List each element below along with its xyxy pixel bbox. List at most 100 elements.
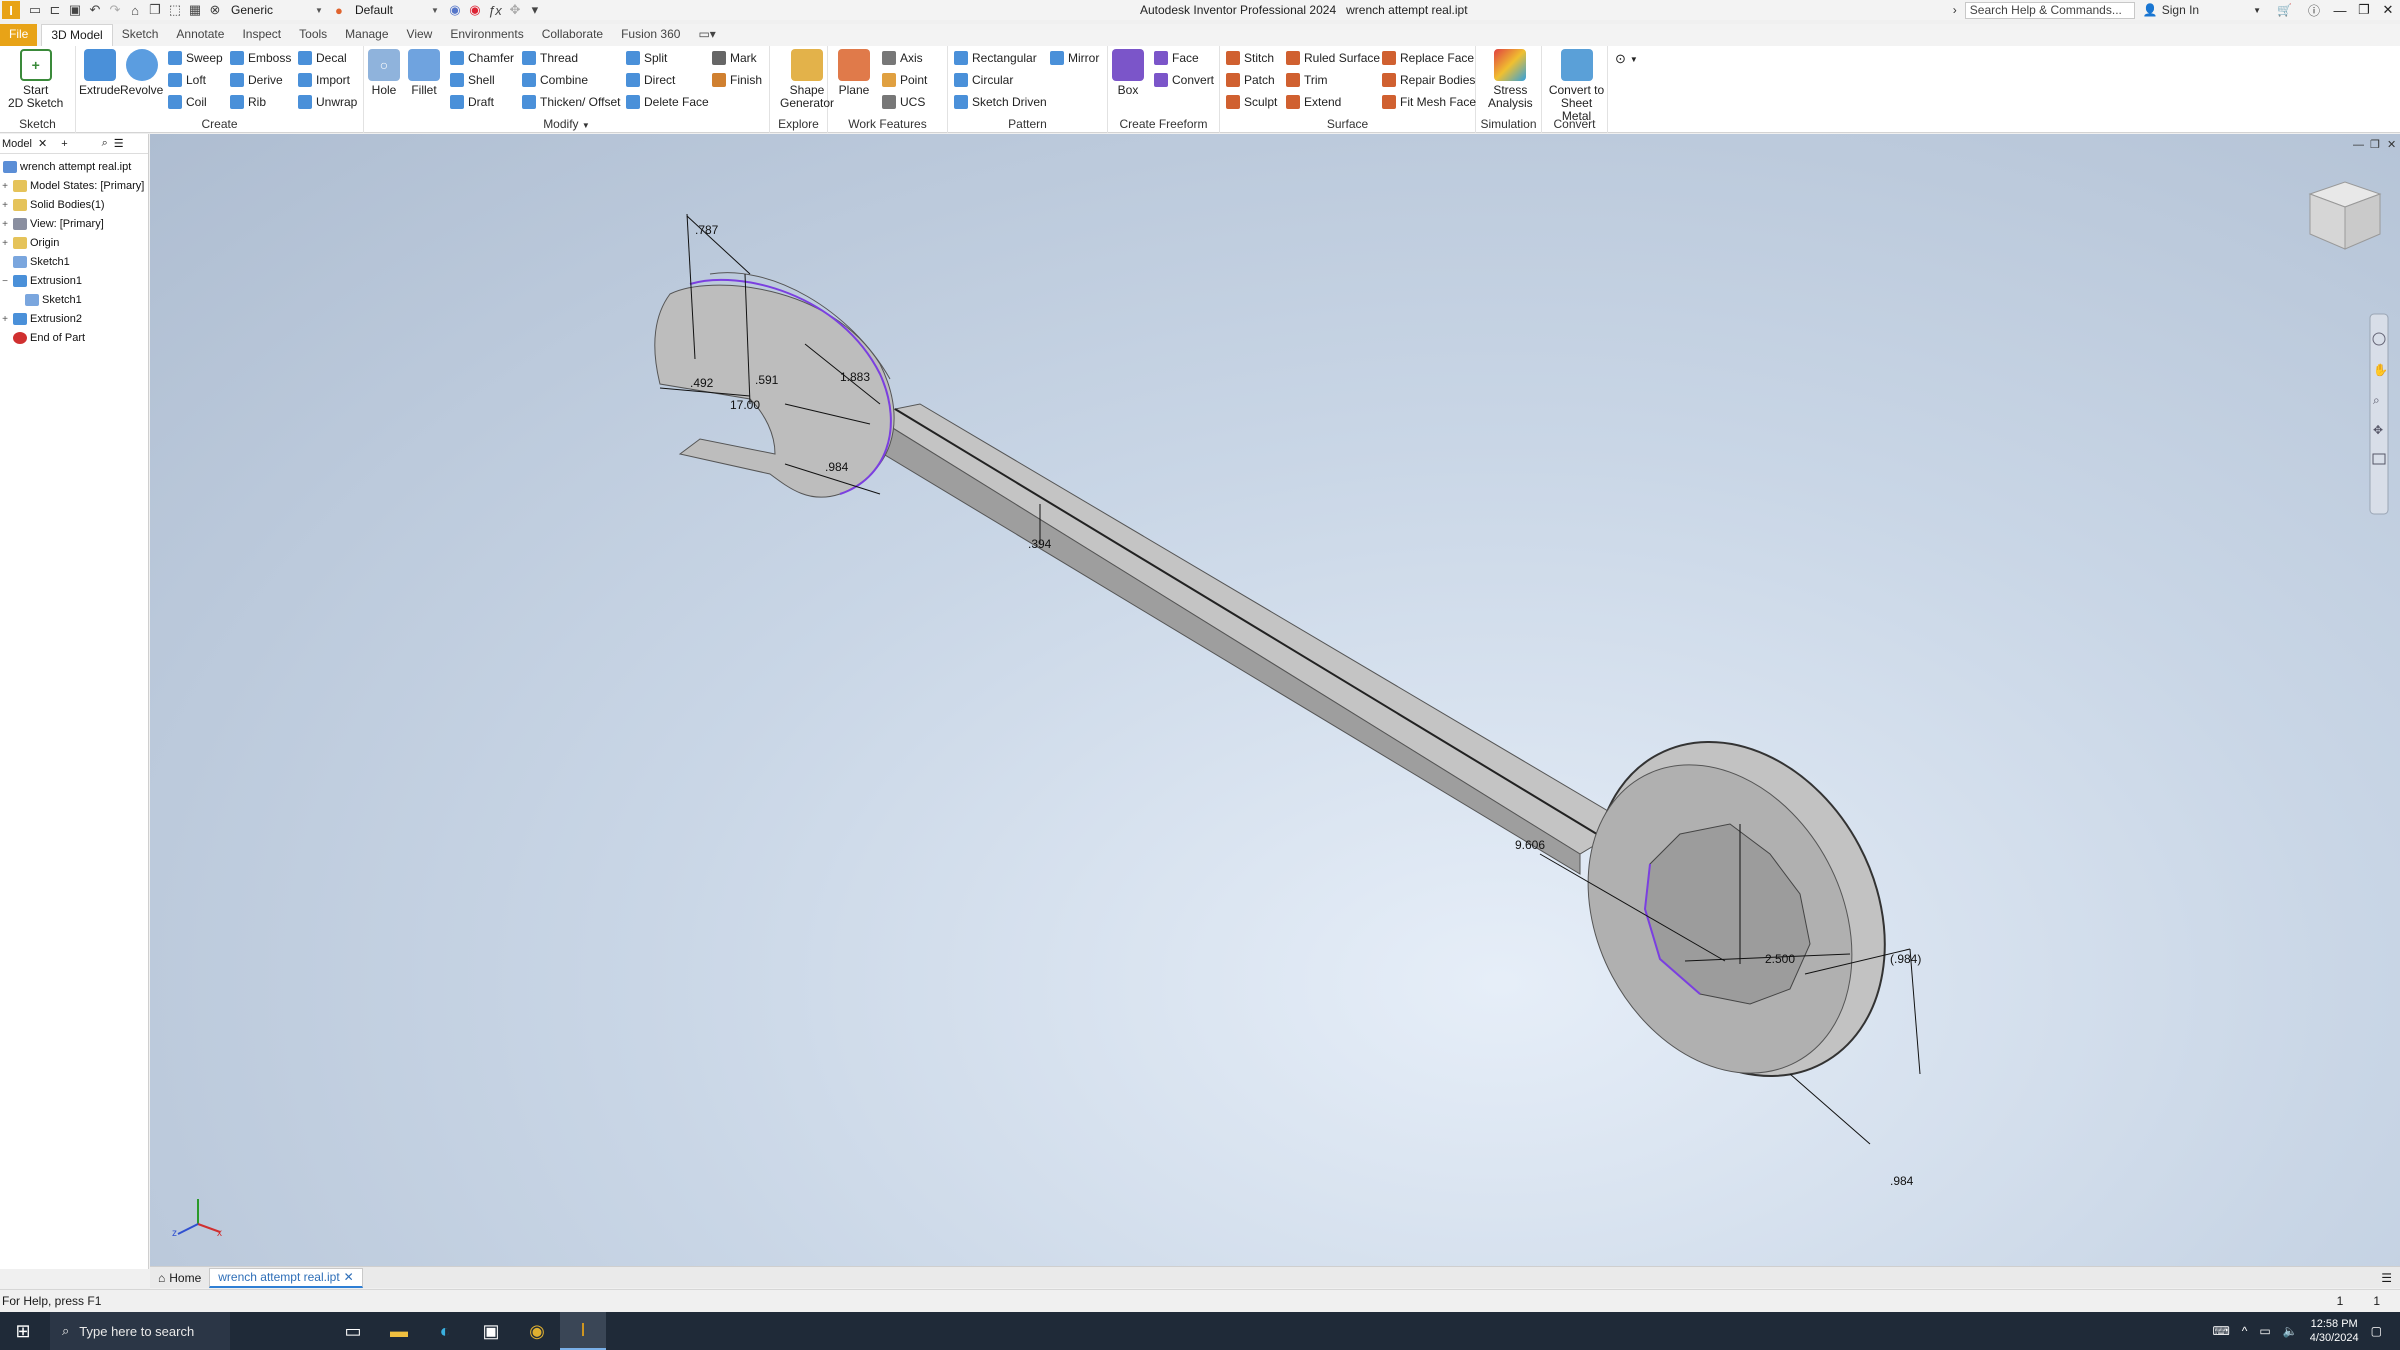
menu-icon[interactable]: ☰ (114, 137, 124, 150)
update-icon[interactable]: ▦ (186, 2, 204, 18)
face-button[interactable]: Face (1154, 51, 1199, 65)
search-arrow-icon[interactable]: › (1945, 3, 1965, 17)
open-icon[interactable]: ⊏ (46, 2, 64, 18)
undo-icon[interactable]: ↶ (86, 2, 104, 18)
expand-icon[interactable]: + (0, 314, 10, 325)
dim-1883[interactable]: 1.883 (840, 370, 870, 384)
task-view-icon[interactable]: ▭ (330, 1312, 376, 1350)
dim-492[interactable]: .492 (690, 376, 714, 390)
new-icon[interactable]: ▭ (26, 2, 44, 18)
convert-button[interactable]: Convert (1154, 73, 1214, 87)
file-explorer-icon[interactable]: ▬ (376, 1312, 422, 1350)
inventor-logo-icon[interactable]: I (2, 1, 20, 19)
search-icon[interactable]: ⌕ (102, 137, 108, 150)
copy-icon[interactable]: ❐ (146, 2, 164, 18)
stitch-button[interactable]: Stitch (1226, 51, 1274, 65)
mark-button[interactable]: Mark (712, 51, 757, 65)
close-button[interactable]: ✕ (2376, 0, 2400, 20)
sculpt-button[interactable]: Sculpt (1226, 95, 1277, 109)
draft-button[interactable]: Draft (450, 95, 494, 109)
restore-button[interactable]: ❐ (2352, 0, 2376, 20)
material-select[interactable]: Generic ▼ (226, 2, 328, 19)
navigation-bar[interactable] (2369, 313, 2389, 515)
start-2d-sketch-button[interactable]: + Start 2D Sketch (8, 49, 63, 110)
viewport-minimize-icon[interactable]: — (2353, 139, 2364, 151)
redo-icon[interactable]: ↷ (106, 2, 124, 18)
dim-17[interactable]: 17.00 (730, 398, 760, 412)
fit-mesh-face-button[interactable]: Fit Mesh Face (1382, 95, 1476, 109)
rectangular-button[interactable]: Rectangular (954, 51, 1037, 65)
ribbon-more-button[interactable]: ⊙ ▼ (1615, 51, 1638, 67)
ribbon-options-icon[interactable]: ▭▾ (689, 24, 724, 46)
emboss-button[interactable]: Emboss (230, 51, 291, 65)
repair-bodies-button[interactable]: Repair Bodies (1382, 73, 1475, 87)
clear-appearance-icon[interactable]: ⊗ (206, 2, 224, 18)
direct-button[interactable]: Direct (626, 73, 675, 87)
tree-item-view[interactable]: + View: [Primary] (0, 215, 104, 233)
add-tab-icon[interactable]: + (61, 138, 67, 150)
appearance-icon[interactable]: ● (330, 2, 348, 18)
minimize-button[interactable]: — (2328, 0, 2352, 20)
edge-icon[interactable]: ◐ (422, 1312, 468, 1350)
network-icon[interactable]: ▭ (2259, 1324, 2270, 1338)
extrude-button[interactable]: Extrude (79, 49, 120, 97)
expand-icon[interactable]: + (0, 219, 10, 230)
tab-3d-model[interactable]: 3D Model (41, 24, 113, 46)
thread-button[interactable]: Thread (522, 51, 578, 65)
sweep-button[interactable]: Sweep (168, 51, 223, 65)
fillet-button[interactable]: Fillet (408, 49, 440, 97)
clear-icon[interactable]: ◉ (466, 2, 484, 18)
tab-manage[interactable]: Manage (336, 24, 397, 46)
delete-face-button[interactable]: Delete Face (626, 95, 709, 109)
dim-394[interactable]: .394 (1028, 537, 1052, 551)
expand-icon[interactable]: + (0, 200, 10, 211)
patch-button[interactable]: Patch (1226, 73, 1275, 87)
box-button[interactable]: Box (1112, 49, 1144, 97)
axis-button[interactable]: Axis (882, 51, 923, 65)
viewport-restore-icon[interactable]: ❐ (2370, 139, 2380, 151)
sketch-driven-button[interactable]: Sketch Driven (954, 95, 1047, 109)
customize-icon[interactable]: ▾ (526, 2, 544, 18)
keyboard-icon[interactable]: ⌨ (2212, 1324, 2229, 1338)
chrome-icon[interactable]: ◉ (514, 1312, 560, 1350)
appearance-select[interactable]: Default ▼ (350, 2, 444, 19)
dim-9606[interactable]: 9.606 (1515, 838, 1545, 852)
expand-icon[interactable]: + (0, 238, 10, 249)
shell-button[interactable]: Shell (450, 73, 495, 87)
tabs-menu-icon[interactable]: ☰ (2381, 1271, 2392, 1285)
decal-button[interactable]: Decal (298, 51, 347, 65)
help-search-input[interactable]: Search Help & Commands... (1964, 1, 2135, 19)
clock[interactable]: 12:58 PM 4/30/2024 (2310, 1317, 2359, 1345)
combine-button[interactable]: Combine (522, 73, 588, 87)
wrench-model[interactable]: .787 .492 .591 17.00 1.883 .984 .394 9.6… (150, 134, 2400, 1266)
convert-to-sheet-metal-button[interactable]: Convert to Sheet Metal (1546, 49, 1607, 123)
rib-button[interactable]: Rib (230, 95, 266, 109)
home-icon[interactable]: ⌂ (126, 2, 144, 18)
tab-view[interactable]: View (398, 24, 442, 46)
close-icon[interactable]: ✕ (344, 1270, 354, 1284)
help-icon[interactable]: ⓘ (2300, 2, 2328, 19)
replace-face-button[interactable]: Replace Face (1382, 51, 1474, 65)
move-icon[interactable]: ✥ (506, 2, 524, 18)
store-icon[interactable]: ▣ (468, 1312, 514, 1350)
thicken-offset-button[interactable]: Thicken/ Offset (522, 95, 620, 109)
loft-button[interactable]: Loft (168, 73, 206, 87)
tab-annotate[interactable]: Annotate (167, 24, 233, 46)
derive-button[interactable]: Derive (230, 73, 283, 87)
tab-file[interactable]: File (0, 24, 38, 46)
panel-label-modify[interactable]: Modify ▼ (364, 117, 769, 131)
cart-icon[interactable]: 🛒 (2269, 3, 2300, 17)
tree-item-extrusion2[interactable]: + Extrusion2 (0, 310, 82, 328)
dim-2500[interactable]: 2.500 (1765, 952, 1795, 966)
tree-item-origin[interactable]: + Origin (0, 234, 59, 252)
revolve-button[interactable]: Revolve (120, 49, 163, 97)
tree-item-part[interactable]: wrench attempt real.ipt (0, 158, 131, 176)
ruled-surface-button[interactable]: Ruled Surface (1286, 51, 1380, 65)
close-icon[interactable]: ✕ (38, 137, 47, 150)
adjust-icon[interactable]: ◉ (446, 2, 464, 18)
tree-item-model-states[interactable]: + Model States: [Primary] (0, 177, 144, 195)
tree-item-solid-bodies[interactable]: + Solid Bodies(1) (0, 196, 105, 214)
stress-analysis-button[interactable]: Stress Analysis (1488, 49, 1533, 110)
dim-984-ring[interactable]: .984 (1890, 1174, 1914, 1188)
split-button[interactable]: Split (626, 51, 667, 65)
